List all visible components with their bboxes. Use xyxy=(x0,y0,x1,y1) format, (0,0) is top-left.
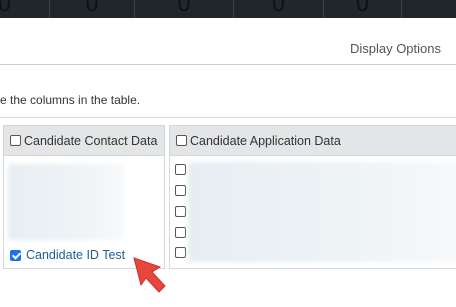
application-data-column: Candidate Application Data xyxy=(169,125,456,269)
stat-value: 0 xyxy=(355,0,370,17)
stat-cell: 0 xyxy=(324,0,402,18)
divider xyxy=(0,64,456,65)
stat-value: 0 xyxy=(271,0,286,17)
application-item-checkbox[interactable] xyxy=(175,247,186,258)
stat-value: 0 xyxy=(0,0,12,17)
contact-data-header-label: Candidate Contact Data xyxy=(24,133,158,148)
application-item-checkbox[interactable] xyxy=(175,227,186,238)
candidate-id-test-item[interactable]: Candidate ID Test xyxy=(10,248,125,262)
display-options-link[interactable]: Display Options xyxy=(350,41,441,56)
stat-cell: 0 xyxy=(234,0,324,18)
application-item-checkbox[interactable] xyxy=(175,185,186,196)
candidate-id-test-label[interactable]: Candidate ID Test xyxy=(26,248,125,262)
instructions-text: e the columns in the table. xyxy=(0,93,141,107)
contact-data-select-all-checkbox[interactable] xyxy=(10,135,21,146)
stat-value: 0 xyxy=(85,0,99,17)
divider xyxy=(0,117,456,118)
contact-data-column: Candidate Contact Data Candidate ID Test xyxy=(3,125,165,269)
redacted-region xyxy=(8,164,124,240)
candidate-id-test-checkbox[interactable] xyxy=(10,249,21,261)
stat-cell: 0 xyxy=(135,0,234,18)
stats-bar: 0 0 0 0 0 xyxy=(0,0,456,18)
contact-data-header[interactable]: Candidate Contact Data xyxy=(4,126,164,156)
application-item-checkbox[interactable] xyxy=(175,206,186,217)
redacted-region xyxy=(188,162,456,262)
pointer-arrow-icon xyxy=(133,257,166,293)
stat-value: 0 xyxy=(177,0,191,17)
application-data-header-label: Candidate Application Data xyxy=(190,133,341,148)
application-data-select-all-checkbox[interactable] xyxy=(176,135,187,146)
stat-cell: 0 xyxy=(0,0,50,18)
application-data-header[interactable]: Candidate Application Data xyxy=(170,126,456,156)
stat-cell: 0 xyxy=(50,0,135,18)
application-item-checkbox[interactable] xyxy=(175,164,186,175)
